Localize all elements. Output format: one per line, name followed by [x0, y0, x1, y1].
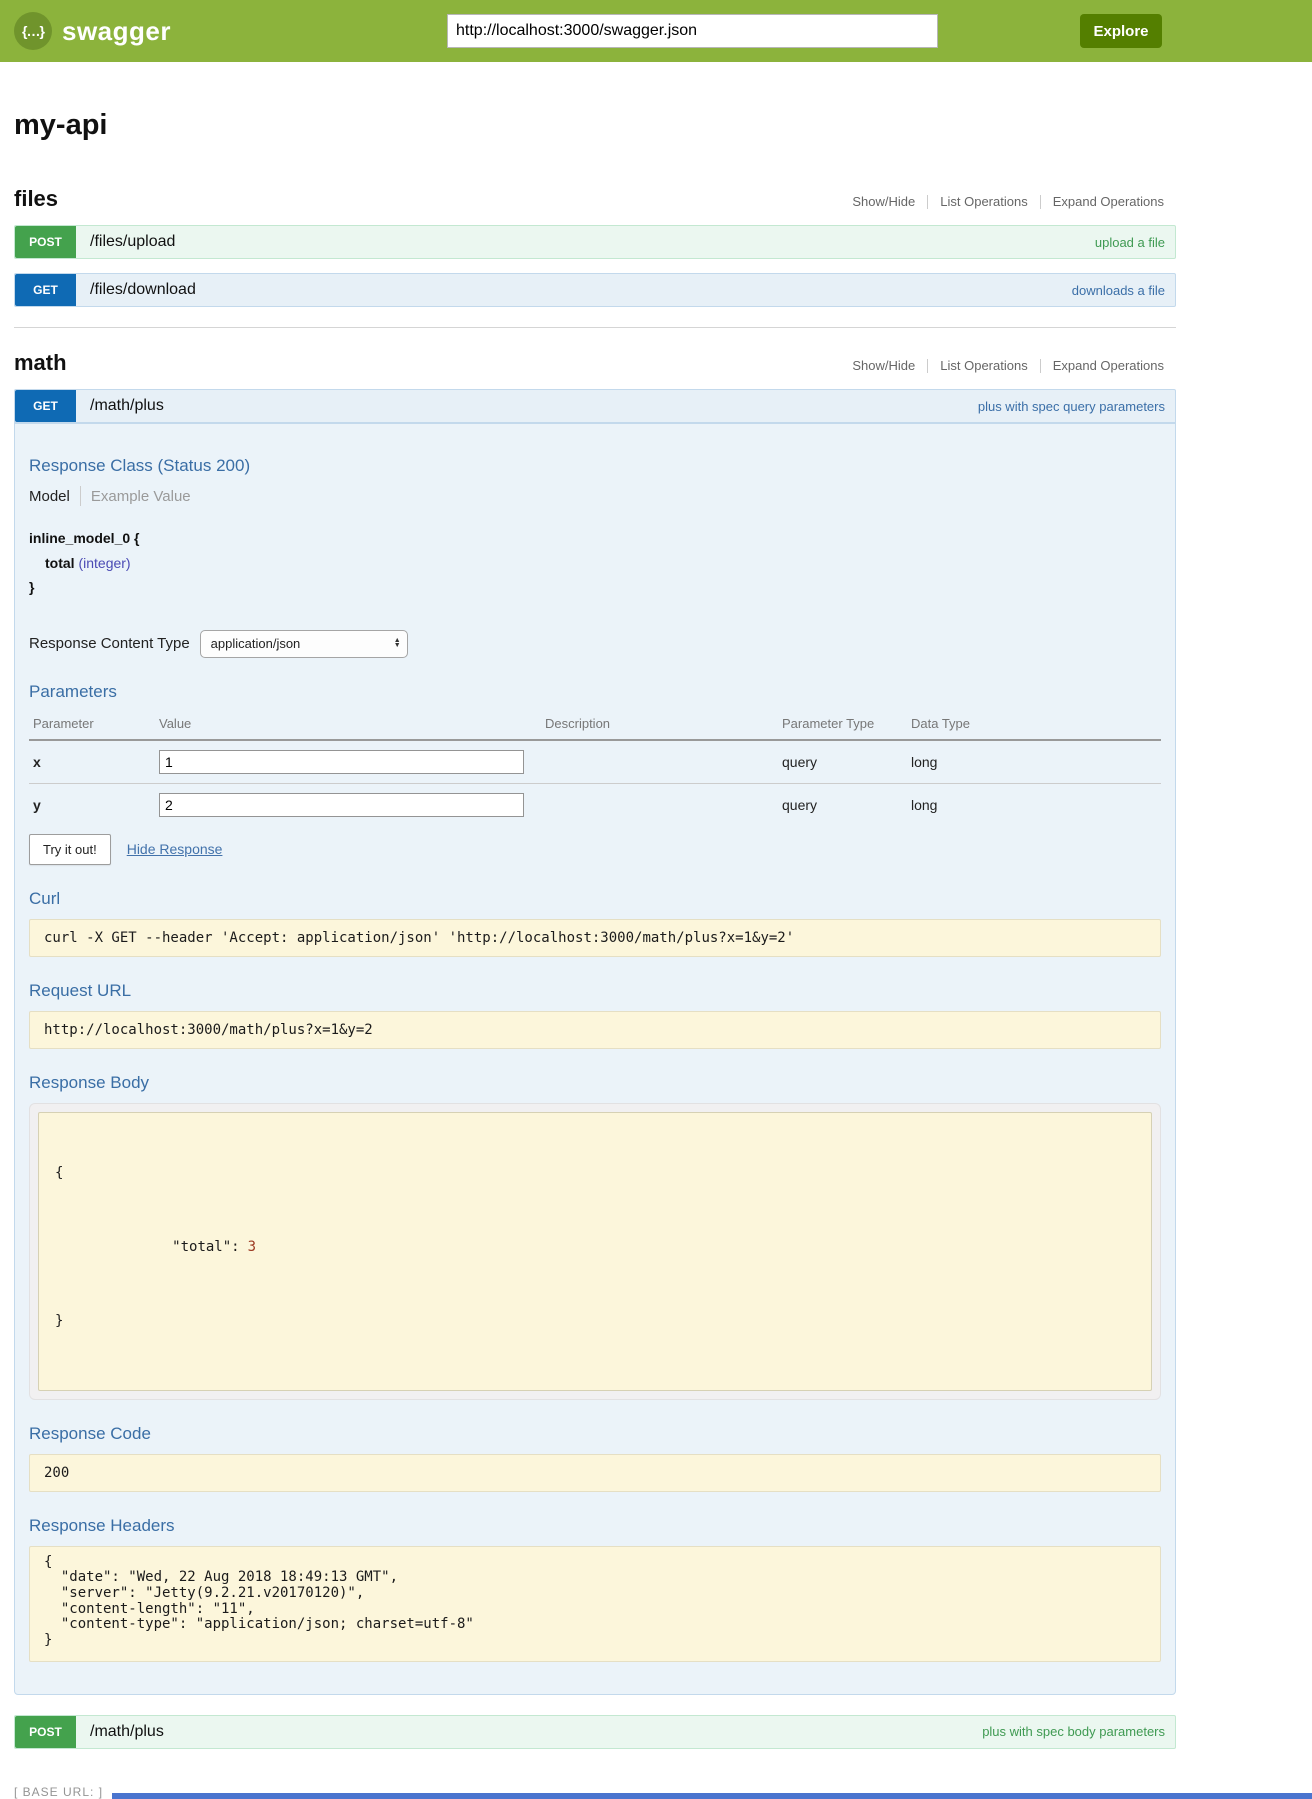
section-divider [14, 327, 1176, 328]
parameters-table: Parameter Value Description Parameter Ty… [29, 712, 1161, 826]
parameter-data-type: long [907, 783, 1161, 826]
main-content: my-api files Show/Hide List Operations E… [14, 109, 1176, 1799]
operation-post-math-plus[interactable]: POST /math/plus plus with spec body para… [14, 1715, 1176, 1749]
swagger-brand[interactable]: {…} swagger [14, 12, 171, 50]
parameter-description [541, 740, 778, 784]
operation-summary-files-upload[interactable]: upload a file [1095, 235, 1175, 250]
curl-heading: Curl [29, 889, 1161, 909]
math-list-operations-link[interactable]: List Operations [928, 358, 1039, 373]
model-name: inline_model_0 { [29, 526, 1161, 551]
response-content-type-select[interactable]: application/json ▲▼ [200, 630, 408, 658]
operation-get-math-plus[interactable]: GET /math/plus plus with spec query para… [14, 389, 1176, 423]
parameter-name: x [29, 740, 155, 784]
parameter-data-type: long [907, 740, 1161, 784]
math-expand-operations-link[interactable]: Expand Operations [1041, 358, 1176, 373]
response-headers-heading: Response Headers [29, 1516, 1161, 1536]
parameter-type: query [778, 740, 907, 784]
get-method-badge[interactable]: GET [15, 390, 76, 422]
parameter-row-x: x query long [29, 740, 1161, 784]
response-body-heading: Response Body [29, 1073, 1161, 1093]
tab-example-value[interactable]: Example Value [81, 488, 191, 505]
operation-post-files-upload[interactable]: POST /files/upload upload a file [14, 225, 1176, 259]
parameter-x-value-input[interactable] [159, 750, 524, 774]
response-headers-box: { "date": "Wed, 22 Aug 2018 18:49:13 GMT… [29, 1546, 1161, 1662]
response-code-box: 200 [29, 1454, 1161, 1492]
parameter-description [541, 783, 778, 826]
json-close-brace: } [55, 1311, 1135, 1332]
response-content-type-label: Response Content Type [29, 635, 190, 652]
parameters-heading: Parameters [29, 682, 1161, 702]
api-title: my-api [14, 109, 1176, 142]
files-section: files Show/Hide List Operations Expand O… [14, 186, 1176, 307]
column-header-value: Value [155, 712, 541, 740]
json-value-total: 3 [248, 1239, 256, 1255]
spec-url-input[interactable] [447, 14, 938, 48]
model-close-brace: } [29, 575, 1161, 600]
column-header-parameter: Parameter [29, 712, 155, 740]
request-url-box: http://localhost:3000/math/plus?x=1&y=2 [29, 1011, 1161, 1049]
operation-summary-post-math-plus[interactable]: plus with spec body parameters [982, 1724, 1175, 1739]
column-header-data-type: Data Type [907, 712, 1161, 740]
response-body-container: { "total": 3 } [29, 1103, 1161, 1400]
operation-path-math-plus[interactable]: /math/plus [90, 397, 164, 415]
request-url-heading: Request URL [29, 981, 1161, 1001]
bottom-blue-bar [112, 1793, 1312, 1799]
hide-response-link[interactable]: Hide Response [127, 841, 223, 857]
column-header-description: Description [541, 712, 778, 740]
model-property-name: total [45, 555, 75, 571]
curl-command-box: curl -X GET --header 'Accept: applicatio… [29, 919, 1161, 957]
parameter-y-value-input[interactable] [159, 793, 524, 817]
select-arrows-icon: ▲▼ [394, 639, 401, 647]
brand-title: swagger [62, 16, 171, 47]
math-section-controls: Show/Hide List Operations Expand Operati… [840, 358, 1176, 373]
files-show-hide-link[interactable]: Show/Hide [840, 194, 927, 209]
model-signature: inline_model_0 { total (integer) } [29, 526, 1161, 600]
response-class-heading: Response Class (Status 200) [29, 456, 1161, 476]
swagger-logo-icon: {…} [14, 12, 52, 50]
parameter-row-y: y query long [29, 783, 1161, 826]
parameter-name: y [29, 783, 155, 826]
json-open-brace: { [55, 1163, 1135, 1184]
post-method-badge[interactable]: POST [15, 1716, 76, 1748]
try-it-out-button[interactable]: Try it out! [29, 834, 111, 865]
operation-path-files-upload[interactable]: /files/upload [90, 233, 175, 251]
operation-path-files-download[interactable]: /files/download [90, 281, 196, 299]
get-method-badge[interactable]: GET [15, 274, 76, 306]
operation-details-panel: Response Class (Status 200) Model Exampl… [14, 423, 1176, 1695]
files-list-operations-link[interactable]: List Operations [928, 194, 1039, 209]
response-code-heading: Response Code [29, 1424, 1161, 1444]
section-title-files: files [14, 186, 58, 212]
response-class-tabs: Model Example Value [29, 486, 1161, 506]
model-property-type: (integer) [78, 555, 130, 571]
explore-button[interactable]: Explore [1080, 14, 1162, 48]
section-title-math: math [14, 350, 67, 376]
top-navbar: {…} swagger Explore [0, 0, 1312, 62]
math-section: math Show/Hide List Operations Expand Op… [14, 350, 1176, 1749]
math-show-hide-link[interactable]: Show/Hide [840, 358, 927, 373]
operation-get-files-download[interactable]: GET /files/download downloads a file [14, 273, 1176, 307]
json-key-total: "total": [172, 1239, 239, 1255]
operation-path-post-math-plus[interactable]: /math/plus [90, 1723, 164, 1741]
selected-content-type: application/json [211, 636, 301, 651]
operation-summary-math-plus[interactable]: plus with spec query parameters [978, 399, 1175, 414]
post-method-badge[interactable]: POST [15, 226, 76, 258]
response-body-box: { "total": 3 } [38, 1112, 1152, 1391]
tab-model[interactable]: Model [29, 488, 80, 505]
parameter-type: query [778, 783, 907, 826]
files-section-controls: Show/Hide List Operations Expand Operati… [840, 194, 1176, 209]
files-expand-operations-link[interactable]: Expand Operations [1041, 194, 1176, 209]
operation-summary-files-download[interactable]: downloads a file [1072, 283, 1175, 298]
column-header-parameter-type: Parameter Type [778, 712, 907, 740]
